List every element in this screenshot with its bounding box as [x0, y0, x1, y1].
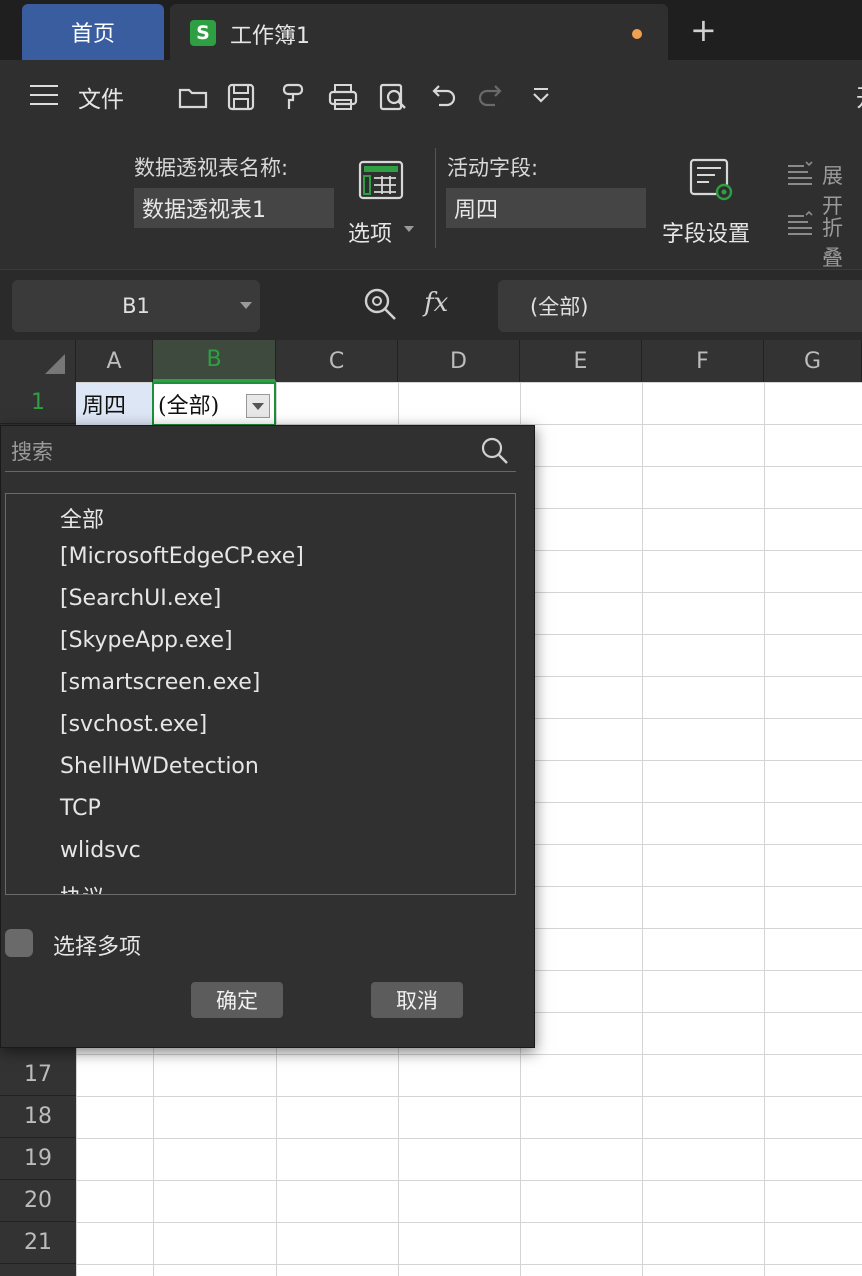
multi-select-checkbox[interactable] [5, 929, 33, 957]
menu-icon[interactable] [30, 85, 58, 105]
column-header-a[interactable]: A [76, 340, 153, 382]
column-header-c[interactable]: C [276, 340, 398, 382]
grid-line [764, 382, 765, 1276]
new-tab-button[interactable]: + [690, 12, 717, 48]
more-chevron-down-icon[interactable] [524, 80, 558, 114]
name-box-chevron-down-icon[interactable] [240, 302, 252, 309]
ok-button[interactable]: 确定 [191, 982, 283, 1018]
cell-a1[interactable]: 周四 [76, 383, 153, 425]
tab-bar: 首页 S 工作簿1 + [0, 0, 862, 60]
open-folder-icon[interactable] [176, 80, 210, 114]
format-painter-icon[interactable] [276, 80, 310, 114]
grid-line [642, 382, 643, 1276]
column-header-f[interactable]: F [642, 340, 764, 382]
column-headers: A B C D E F G [0, 340, 862, 382]
tab-workbook[interactable]: S 工作簿1 [170, 4, 668, 60]
active-field-label: 活动字段: [447, 156, 539, 180]
cell-b1-value: (全部) [158, 394, 220, 419]
expand-icon[interactable] [786, 160, 814, 186]
filter-item[interactable]: [SearchUI.exe] [60, 586, 221, 611]
row-header-1[interactable]: 1 [0, 382, 76, 424]
column-header-e[interactable]: E [520, 340, 642, 382]
expand-button[interactable]: 展开 [822, 160, 862, 220]
field-settings-button[interactable]: 字段设置 [662, 216, 750, 248]
filter-dropdown-chevron-down-icon[interactable] [246, 394, 270, 418]
filter-item[interactable]: [smartscreen.exe] [60, 670, 260, 695]
name-box-value: B1 [122, 294, 150, 318]
field-settings-icon[interactable] [688, 158, 736, 204]
formula-bar: B1 fx (全部) [0, 270, 862, 340]
spreadsheet-logo-icon: S [190, 20, 216, 46]
redo-icon[interactable] [474, 80, 508, 114]
row-header-17[interactable]: 17 [0, 1054, 76, 1096]
filter-item-list[interactable]: 全部 [MicrosoftEdgeCP.exe] [SearchUI.exe] … [5, 493, 516, 895]
filter-item[interactable]: ShellHWDetection [60, 754, 259, 779]
filter-item[interactable]: [svchost.exe] [60, 712, 207, 737]
filter-item[interactable]: [MicrosoftEdgeCP.exe] [60, 544, 304, 569]
collapse-button[interactable]: 折叠 [822, 212, 862, 272]
column-header-g[interactable]: G [764, 340, 862, 382]
filter-item[interactable]: [SkypeApp.exe] [60, 628, 233, 653]
row-header-19[interactable]: 19 [0, 1138, 76, 1180]
print-icon[interactable] [326, 80, 360, 114]
pivot-name-input[interactable]: 数据透视表1 [134, 188, 334, 228]
cancel-button[interactable]: 取消 [371, 982, 463, 1018]
save-icon[interactable] [224, 80, 258, 114]
column-header-d[interactable]: D [398, 340, 520, 382]
undo-icon[interactable] [426, 80, 460, 114]
row-header-20[interactable]: 20 [0, 1180, 76, 1222]
file-menu[interactable]: 文件 [78, 80, 124, 114]
filter-search[interactable]: 搜索 [5, 430, 516, 472]
tab-home[interactable]: 首页 [22, 4, 164, 60]
filter-item[interactable]: TCP [60, 796, 101, 821]
options-button[interactable]: 选项 [348, 216, 392, 248]
row-header-18[interactable]: 18 [0, 1096, 76, 1138]
unsaved-dot-icon [632, 29, 642, 39]
formula-input[interactable]: (全部) [498, 280, 862, 332]
search-icon[interactable] [480, 436, 510, 466]
function-fx-icon[interactable]: fx [424, 288, 448, 318]
row-header-21[interactable]: 21 [0, 1222, 76, 1264]
quick-toolbar: 文件 开 [0, 60, 862, 130]
zoom-search-icon[interactable] [362, 286, 398, 322]
name-box[interactable]: B1 [12, 280, 260, 332]
print-preview-icon[interactable] [376, 80, 410, 114]
pivot-options-icon[interactable] [358, 160, 404, 200]
pivot-ribbon: 数据透视表名称: 数据透视表1 选项 活动字段: 周四 字段设置 展开 折叠 [0, 130, 862, 270]
multi-select-label[interactable]: 选择多项 [53, 929, 141, 961]
pivot-name-label: 数据透视表名称: [134, 156, 289, 180]
filter-search-input[interactable]: 搜索 [11, 436, 53, 466]
column-header-b[interactable]: B [153, 340, 276, 382]
ribbon-separator [435, 148, 436, 248]
collapse-icon[interactable] [786, 210, 814, 236]
pivot-filter-popup: 搜索 全部 [MicrosoftEdgeCP.exe] [SearchUI.ex… [0, 425, 535, 1048]
toolbar-clipped-label: 开 [856, 78, 862, 113]
options-dropdown-icon[interactable] [404, 226, 414, 232]
filter-item[interactable]: wlidsvc [60, 838, 141, 863]
cell-b1[interactable]: (全部) [152, 382, 276, 426]
filter-item[interactable]: 全部 [60, 502, 104, 534]
filter-item[interactable]: 协议 [60, 880, 104, 894]
select-all-corner[interactable] [0, 340, 76, 382]
active-field-input[interactable]: 周四 [446, 188, 646, 228]
tab-workbook-title: 工作簿1 [230, 24, 310, 49]
